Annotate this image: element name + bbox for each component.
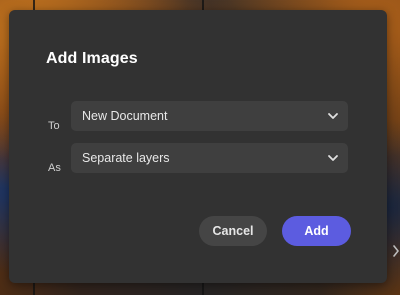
chevron-right-icon[interactable]	[392, 244, 400, 258]
to-label: To	[48, 120, 60, 132]
add-images-dialog: Add Images To New Document As Separate l…	[9, 10, 387, 283]
add-button[interactable]: Add	[282, 216, 351, 246]
cancel-button[interactable]: Cancel	[199, 216, 267, 246]
dialog-title: Add Images	[46, 50, 138, 67]
as-select[interactable]: Separate layers	[71, 143, 348, 173]
chevron-down-icon	[328, 113, 338, 119]
to-select[interactable]: New Document	[71, 101, 348, 131]
to-select-value: New Document	[82, 109, 168, 123]
chevron-down-icon	[328, 155, 338, 161]
as-select-value: Separate layers	[82, 151, 170, 165]
as-label: As	[48, 162, 61, 174]
